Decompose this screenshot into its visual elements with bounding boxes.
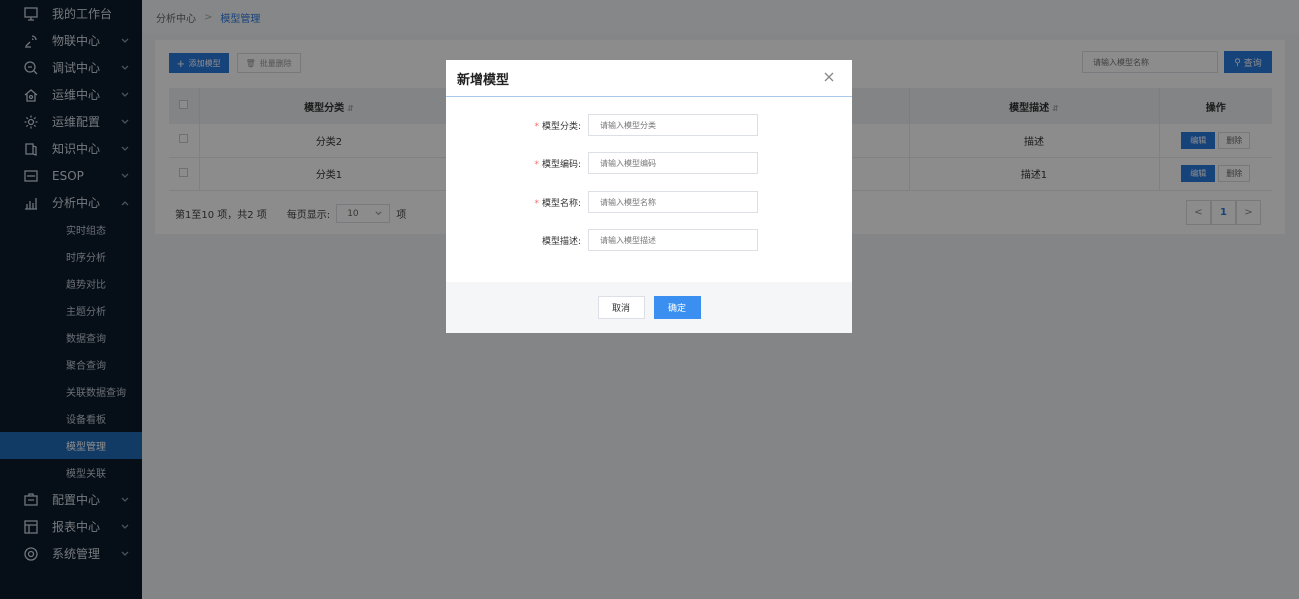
field-label-text: 模型名称: [541, 198, 581, 209]
form-row-description: 模型描述: [446, 229, 852, 251]
field-label-text: 模型编码: [541, 159, 581, 170]
add-model-dialog: 新增模型 *模型分类: *模型编码: *模型名称: 模型描述: 取消 确定 [446, 60, 852, 333]
confirm-button[interactable]: 确定 [653, 296, 701, 319]
dialog-title: 新增模型 [457, 72, 510, 88]
category-input[interactable] [588, 114, 758, 136]
name-input[interactable] [588, 191, 758, 213]
close-icon[interactable] [824, 71, 838, 85]
code-input[interactable] [588, 152, 758, 174]
field-label: * 模型名称: [446, 196, 588, 209]
form-row-category: * 模型分类: [446, 114, 852, 136]
cancel-button[interactable]: 取消 [597, 296, 645, 319]
required-mark: * [534, 159, 539, 170]
form-row-code: * 模型编码: [446, 152, 852, 174]
field-label-text: 模型分类: [541, 121, 581, 132]
dialog-header: 新增模型 [446, 60, 852, 97]
field-label: * 模型编码: [446, 157, 588, 170]
field-label: * 模型分类: [446, 119, 588, 132]
form-row-name: * 模型名称: [446, 191, 852, 213]
required-mark: * [534, 121, 539, 132]
field-label: 模型描述: [446, 234, 588, 247]
required-mark: * [534, 198, 539, 209]
description-input[interactable] [588, 229, 758, 251]
field-label-text: 模型描述: [541, 236, 581, 247]
dialog-footer: 取消 确定 [446, 282, 852, 333]
